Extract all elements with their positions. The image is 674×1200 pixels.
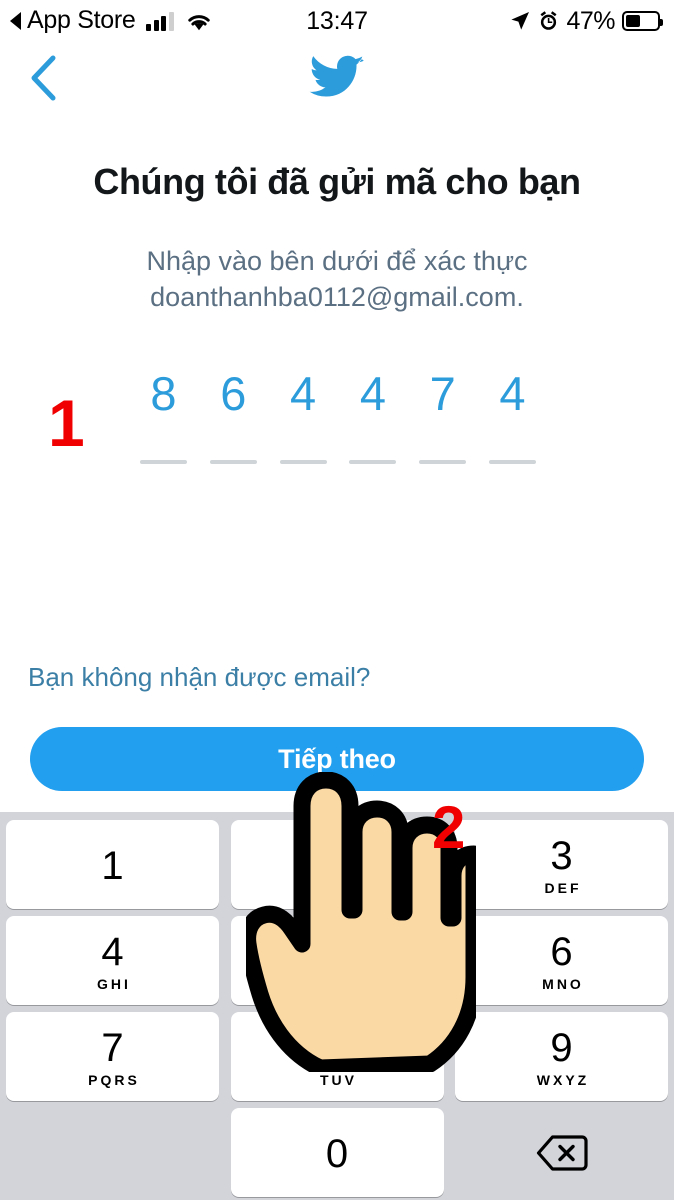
wifi-icon — [186, 11, 212, 31]
otp-underline — [419, 460, 467, 464]
key-letters: TUV — [320, 1072, 357, 1088]
key-6[interactable]: 6 MNO — [455, 916, 668, 1005]
key-letters: DEF — [544, 880, 582, 896]
key-7[interactable]: 7 PQRS — [6, 1012, 219, 1101]
phone-screen: App Store 13:47 47% Chúng tôi đã gửi mã … — [0, 0, 674, 1200]
key-0[interactable]: 0 — [230, 1108, 444, 1197]
key-number: 9 — [550, 1026, 573, 1070]
otp-digit-value: 4 — [290, 367, 317, 420]
key-number: 8 — [325, 1026, 349, 1070]
page-subtitle: Nhập vào bên dưới để xác thực doanthanhb… — [146, 246, 528, 312]
otp-digit-value: 6 — [220, 367, 247, 420]
key-letters: GHI — [97, 976, 131, 992]
key-number: 6 — [550, 930, 573, 974]
key-3[interactable]: 3 DEF — [455, 820, 668, 909]
otp-underline — [140, 460, 187, 464]
annotation-step-2: 2 — [432, 794, 466, 861]
key-letters: JKL — [320, 976, 357, 992]
numeric-keypad: 1 2 ABC 3 DEF 4 GHI 5 JKL 6 MNO 7 PQRS 8… — [0, 812, 674, 1200]
backspace-delete-icon — [535, 1133, 589, 1173]
key-backspace[interactable] — [455, 1108, 668, 1197]
next-button-label: Tiếp theo — [278, 743, 396, 774]
otp-digit-cell[interactable]: 4 — [347, 368, 398, 464]
key-letters: ABC — [318, 880, 359, 896]
keypad-row: 4 GHI 5 JKL 6 MNO — [6, 916, 668, 1005]
back-button[interactable] — [20, 54, 68, 102]
status-bar-clock: 13:47 — [306, 6, 368, 35]
nav-bar — [0, 42, 674, 120]
page-title: Chúng tôi đã gửi mã cho bạn — [93, 161, 581, 202]
key-5[interactable]: 5 JKL — [230, 916, 444, 1005]
keypad-row: 7 PQRS 8 TUV 9 WXYZ — [6, 1012, 668, 1101]
key-number: 3 — [550, 834, 573, 878]
otp-digit-value: 4 — [499, 367, 526, 420]
key-9[interactable]: 9 WXYZ — [455, 1012, 668, 1101]
otp-digit-cell[interactable]: 6 — [208, 368, 259, 464]
key-number: 2 — [325, 834, 349, 878]
key-number: 4 — [101, 930, 124, 974]
status-bar-left: App Store — [10, 7, 212, 34]
otp-code-input[interactable]: 8 6 4 4 7 4 — [138, 368, 538, 464]
otp-underline — [349, 460, 397, 464]
otp-underline — [209, 460, 257, 464]
otp-digit-cell[interactable]: 8 — [138, 368, 189, 464]
status-bar-right: 47% — [509, 6, 663, 36]
key-number: 5 — [325, 930, 349, 974]
key-1[interactable]: 1 — [6, 820, 219, 909]
next-button[interactable]: Tiếp theo — [30, 727, 644, 791]
otp-digit-cell[interactable]: 4 — [278, 368, 329, 464]
key-number: 7 — [101, 1026, 124, 1070]
key-letters: MNO — [542, 976, 584, 992]
key-2[interactable]: 2 ABC — [230, 820, 444, 909]
back-triangle-icon[interactable] — [10, 12, 21, 30]
battery-icon — [622, 11, 663, 31]
keypad-row: 1 2 ABC 3 DEF — [6, 820, 668, 909]
twitter-bird-icon — [309, 54, 365, 100]
key-number: 0 — [325, 1131, 349, 1176]
location-arrow-icon — [509, 10, 531, 32]
otp-underline — [488, 460, 536, 464]
otp-digit-value: 8 — [150, 367, 177, 420]
annotation-step-1: 1 — [48, 386, 85, 460]
status-bar-back-app-label[interactable]: App Store — [27, 7, 136, 33]
twitter-logo — [308, 52, 366, 102]
keypad-row: 0 — [6, 1108, 668, 1197]
keypad-spacer — [6, 1108, 219, 1197]
key-letters: WXYZ — [536, 1072, 590, 1088]
status-bar: App Store 13:47 47% — [0, 0, 674, 42]
resend-email-link[interactable]: Bạn không nhận được email? — [28, 662, 370, 693]
battery-percent-label: 47% — [566, 6, 615, 35]
key-4[interactable]: 4 GHI — [6, 916, 219, 1005]
otp-underline — [279, 460, 327, 464]
chevron-left-icon — [29, 55, 59, 101]
otp-digit-cell[interactable]: 7 — [417, 368, 468, 464]
key-8[interactable]: 8 TUV — [230, 1012, 444, 1101]
signal-bars-icon — [146, 11, 174, 31]
otp-digit-value: 4 — [359, 367, 386, 420]
key-letters: PQRS — [88, 1072, 140, 1088]
key-number: 1 — [101, 843, 124, 888]
alarm-clock-icon — [538, 10, 559, 32]
otp-digit-value: 7 — [429, 367, 456, 420]
otp-digit-cell[interactable]: 4 — [487, 368, 538, 464]
